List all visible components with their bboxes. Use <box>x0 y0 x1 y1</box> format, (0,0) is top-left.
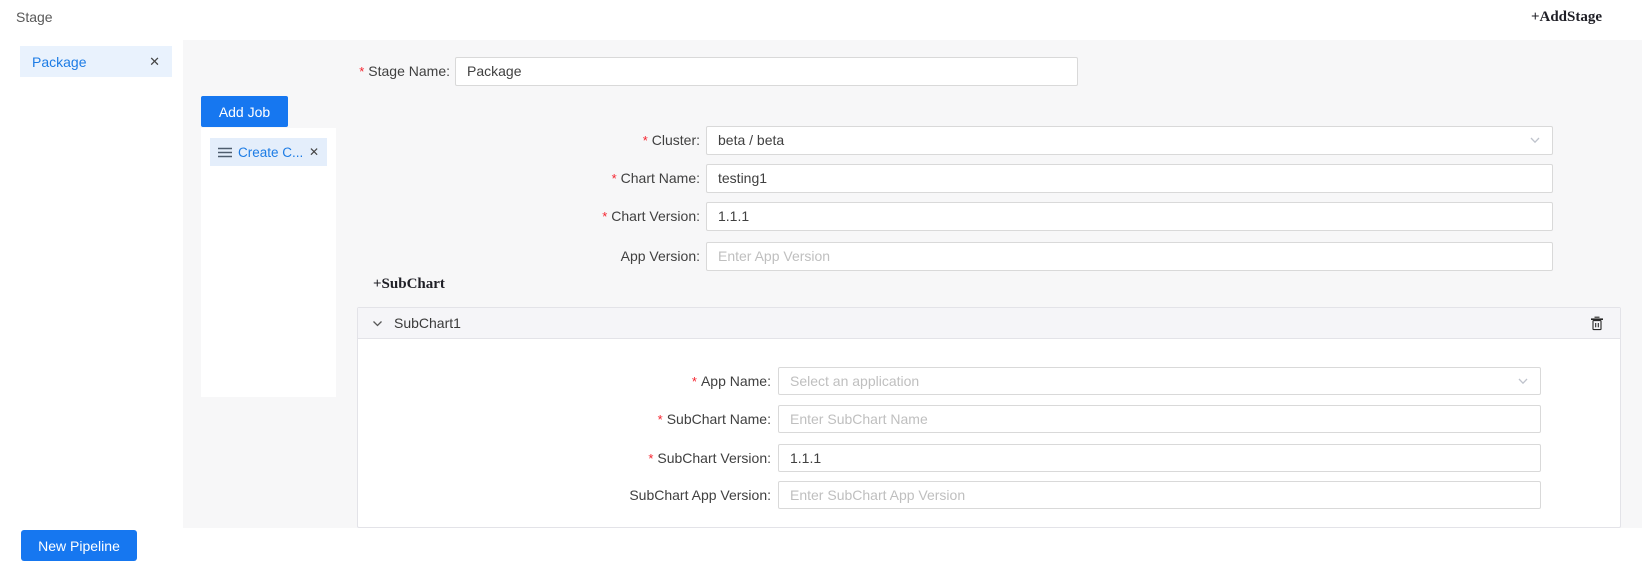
new-pipeline-button[interactable]: New Pipeline <box>21 530 137 561</box>
subchart-name-input[interactable] <box>778 405 1541 433</box>
stage-tab-package[interactable]: Package ✕ <box>20 46 172 77</box>
stage-tab-label: Package <box>32 54 86 70</box>
close-stage-icon[interactable]: ✕ <box>149 55 160 68</box>
cluster-label: *Cluster: <box>183 132 700 148</box>
delete-subchart-button[interactable] <box>1588 314 1606 333</box>
subchart-version-label: *SubChart Version: <box>358 450 771 466</box>
subchart-panel-header[interactable]: SubChart1 <box>358 308 1620 339</box>
required-marker: * <box>658 412 663 427</box>
chart-name-field-row: *Chart Name: <box>183 163 1553 193</box>
stage-name-field-row: *Stage Name: <box>183 56 1078 86</box>
app-name-select-placeholder: Select an application <box>790 373 919 389</box>
required-marker: * <box>359 64 364 79</box>
app-name-field-row: *App Name: Select an application <box>358 366 1541 396</box>
stage-name-input[interactable] <box>455 57 1078 86</box>
required-marker: * <box>612 171 617 186</box>
subchart-title: SubChart1 <box>394 315 1588 331</box>
subchart-app-version-field-row: SubChart App Version: <box>358 480 1541 510</box>
required-marker: * <box>648 451 653 466</box>
cluster-field-row: *Cluster: beta / beta <box>183 125 1553 155</box>
stage-panel: *Stage Name: Add Job Create C... ✕ *Clus… <box>183 40 1642 528</box>
chevron-down-icon <box>1517 375 1529 387</box>
app-name-label: *App Name: <box>358 373 771 389</box>
chevron-down-icon <box>1529 134 1541 146</box>
cluster-select-value: beta / beta <box>718 132 784 148</box>
subchart-name-field-row: *SubChart Name: <box>358 404 1541 434</box>
required-marker: * <box>643 133 648 148</box>
chevron-down-icon[interactable] <box>372 318 383 329</box>
required-marker: * <box>692 374 697 389</box>
required-marker: * <box>602 209 607 224</box>
chart-name-input[interactable] <box>706 164 1553 193</box>
app-name-select[interactable]: Select an application <box>778 367 1541 395</box>
cluster-select[interactable]: beta / beta <box>706 126 1553 155</box>
subchart-version-field-row: *SubChart Version: <box>358 443 1541 473</box>
add-stage-button[interactable]: +AddStage <box>1531 9 1602 26</box>
subchart-version-input[interactable] <box>778 444 1541 472</box>
app-version-label: App Version: <box>183 248 700 264</box>
stage-name-label: *Stage Name: <box>183 63 450 79</box>
app-version-field-row: App Version: <box>183 241 1553 271</box>
subchart-app-version-label: SubChart App Version: <box>358 487 771 503</box>
chart-version-label: *Chart Version: <box>183 208 700 224</box>
stage-section-title: Stage <box>16 9 53 25</box>
add-subchart-button[interactable]: +SubChart <box>373 276 445 293</box>
chart-name-label: *Chart Name: <box>183 170 700 186</box>
subchart-app-version-input[interactable] <box>778 481 1541 509</box>
chart-version-input[interactable] <box>706 202 1553 231</box>
add-job-button[interactable]: Add Job <box>201 96 288 127</box>
subchart-panel: SubChart1 *App Name: <box>357 307 1621 528</box>
app-version-input[interactable] <box>706 242 1553 271</box>
trash-icon <box>1590 316 1604 331</box>
pipeline-stage-editor: Stage +AddStage Package ✕ *Stage Name: A… <box>0 0 1646 583</box>
subchart-name-label: *SubChart Name: <box>358 411 771 427</box>
chart-version-field-row: *Chart Version: <box>183 201 1553 231</box>
